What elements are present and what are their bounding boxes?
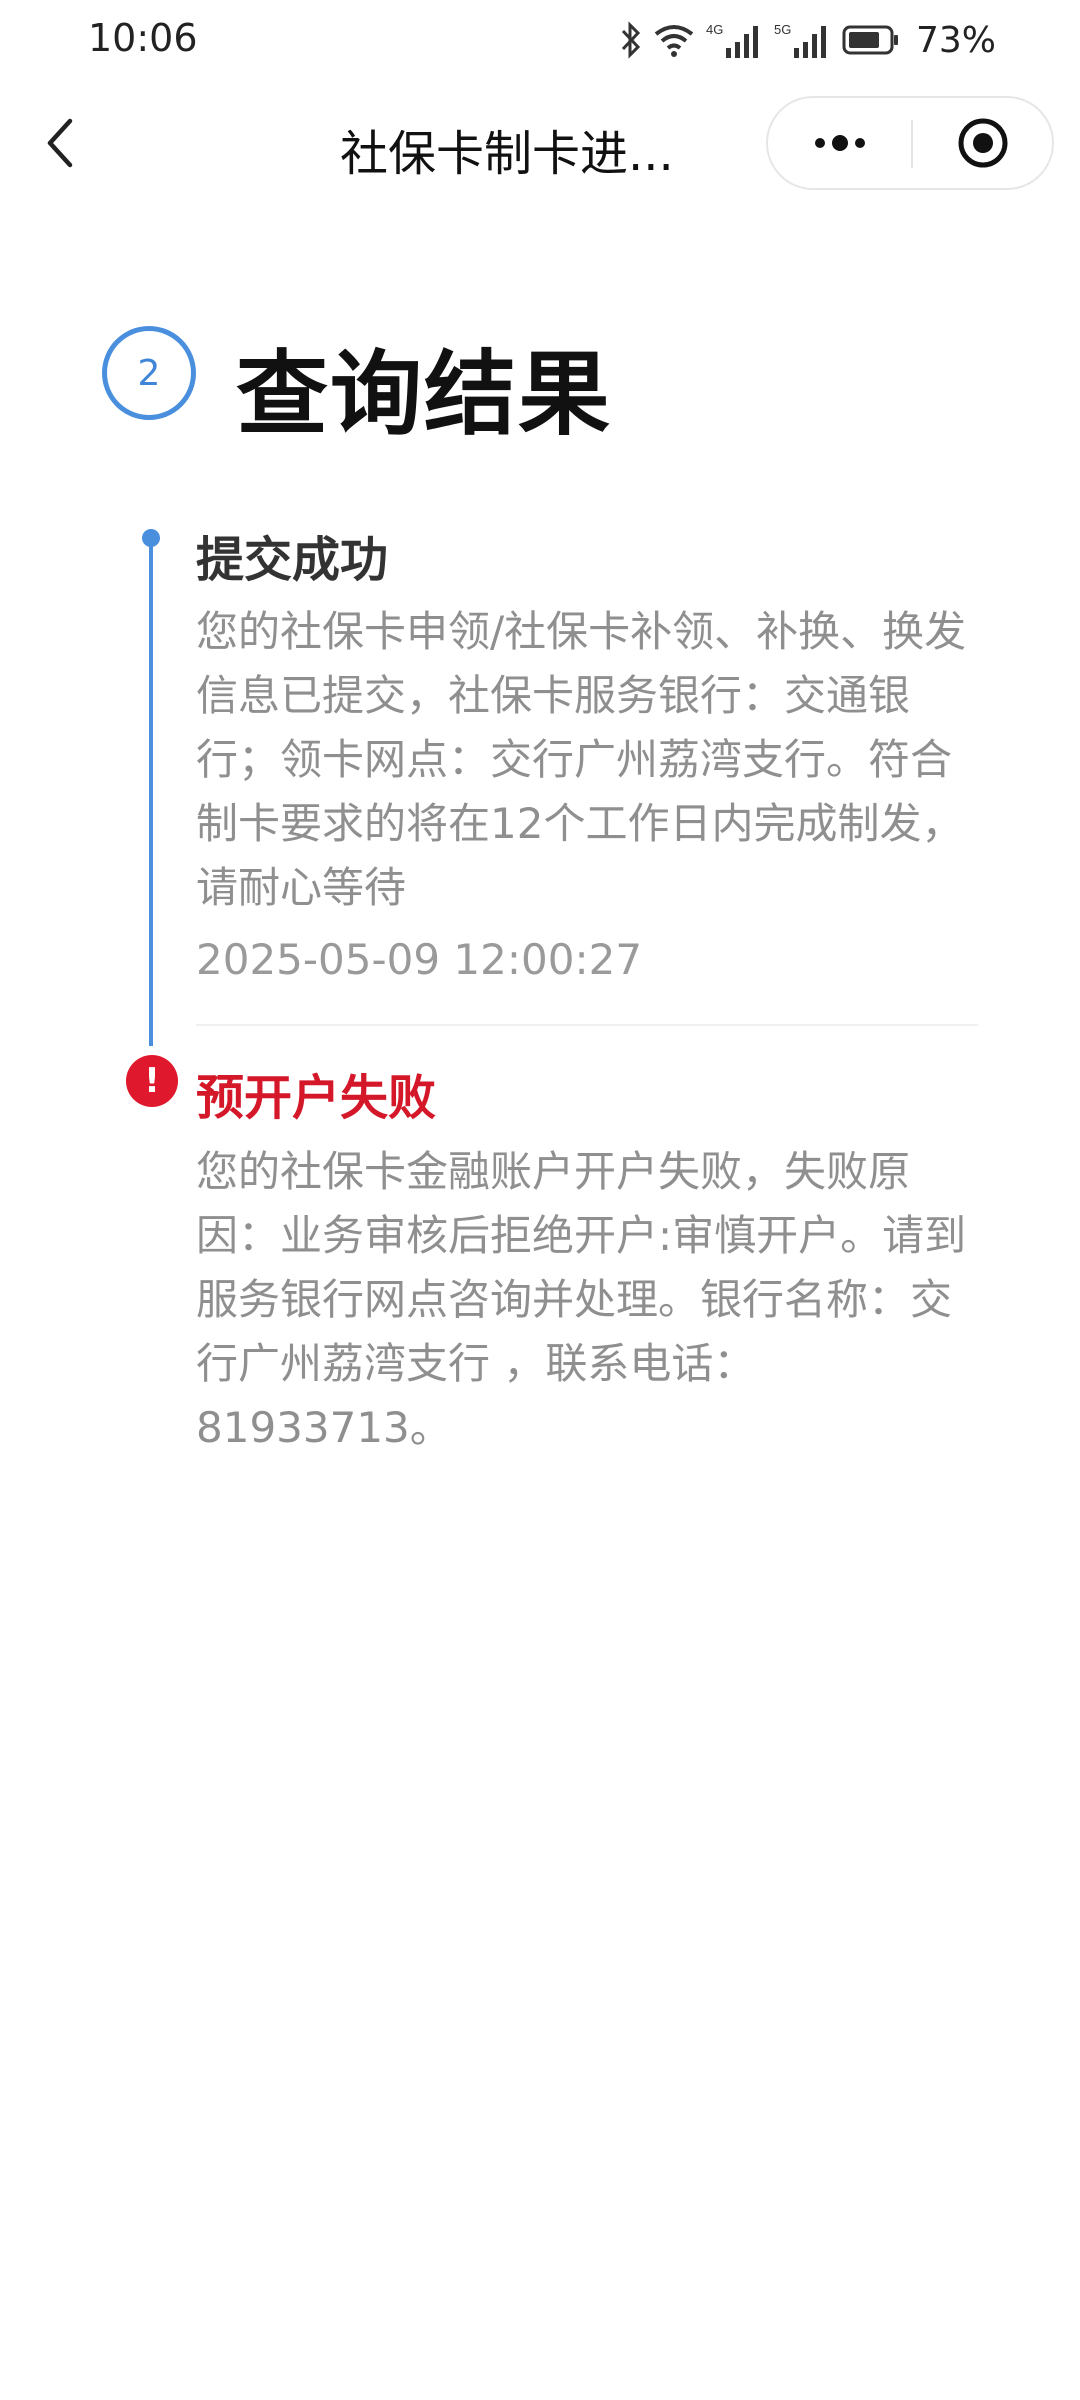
event-description-success: 您的社保卡申领/社保卡补领、补换、换发信息已提交，社保卡服务银行：交通银行；领卡…: [196, 607, 967, 912]
more-button[interactable]: [768, 98, 911, 188]
signal-5g-label: 5G: [774, 22, 791, 37]
capsule-menu: [766, 96, 1054, 190]
event-title-failure: 预开户失败: [196, 1070, 437, 1126]
timeline-line: [149, 536, 153, 1046]
event-timestamp: 2025-05-09 12:00:27: [196, 935, 643, 984]
step-title: 查询结果: [236, 341, 613, 448]
more-dots-icon: [814, 135, 865, 151]
target-close-icon: [958, 118, 1007, 168]
event-description-failure: 您的社保卡金融账户开户失败，失败原因：业务审核后拒绝开户:审慎开户。请到服务银行…: [196, 1147, 967, 1452]
page-title: 社保卡制卡进...: [340, 126, 674, 182]
bluetooth-icon: [620, 21, 642, 59]
signal-5g-icon: 5G: [774, 20, 832, 60]
event-divider: [196, 1024, 978, 1026]
back-button[interactable]: [30, 110, 90, 176]
timeline-dot: [142, 529, 160, 547]
screen: 10:06 4G 5G 73% 社保卡制卡进... 2 查询结果 提交成功 您的…: [0, 0, 1080, 2400]
battery-percent: 73%: [915, 19, 996, 61]
status-icons: 4G 5G 73%: [620, 14, 996, 66]
close-button[interactable]: [913, 98, 1052, 188]
step-number-badge: 2: [102, 326, 196, 420]
status-bar: 10:06 4G 5G 73%: [0, 0, 1080, 80]
signal-4g-label: 4G: [706, 22, 723, 37]
error-alert-icon: !: [126, 1055, 178, 1107]
signal-4g-icon: 4G: [706, 20, 764, 60]
chevron-left-icon: [47, 118, 73, 168]
event-title-success: 提交成功: [196, 532, 389, 588]
status-time: 10:06: [88, 16, 198, 60]
wifi-icon: [652, 22, 696, 58]
nav-bar: 社保卡制卡进...: [0, 88, 1080, 198]
battery-icon: [842, 24, 900, 56]
